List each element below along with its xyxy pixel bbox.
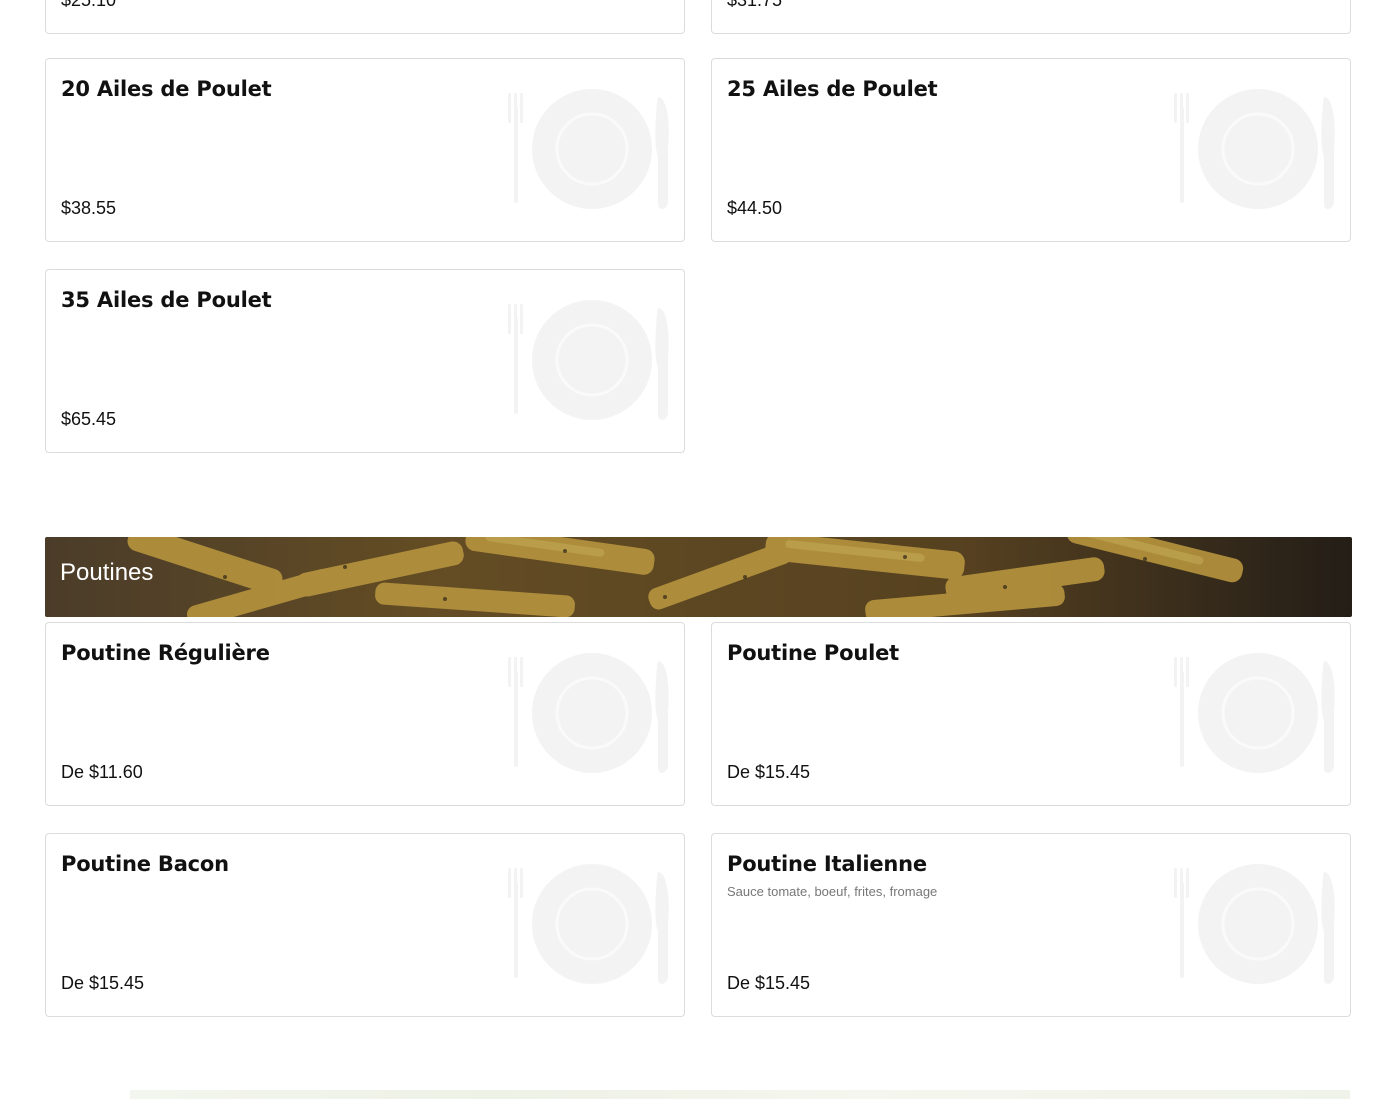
next-category-banner-edge — [130, 1090, 1350, 1099]
plate-fork-knife-icon — [1174, 89, 1335, 209]
plate-fork-knife-icon — [1174, 653, 1335, 773]
menu-item-name: Poutine Poulet — [727, 641, 899, 665]
menu-item-price: $38.55 — [61, 198, 117, 218]
menu-item-name: 25 Ailes de Poulet — [727, 77, 938, 101]
menu-item-price: De $11.60 — [61, 762, 143, 782]
menu-item-price: De $15.45 — [61, 973, 145, 993]
plate-fork-knife-icon — [508, 300, 669, 420]
menu-item-price: $65.45 — [61, 409, 117, 429]
menu-item-name: Poutine Régulière — [61, 641, 270, 665]
menu-item-card[interactable]: Poutine Poulet De $15.45 — [711, 622, 1351, 806]
plate-fork-knife-icon — [508, 864, 669, 984]
menu-item-price: $44.50 — [727, 198, 783, 218]
plate-fork-knife-icon — [508, 89, 669, 209]
category-title: Poutines — [60, 559, 154, 586]
menu-item-name: Poutine Bacon — [61, 852, 229, 876]
menu-item-description: Sauce tomate, boeuf, frites, fromage — [727, 884, 938, 899]
menu-item-price: De $15.45 — [727, 973, 811, 993]
menu-item-name: Poutine Italienne — [727, 852, 927, 876]
menu-item-card[interactable]: $25.10 — [45, 0, 685, 34]
menu-item-name: 35 Ailes de Poulet — [61, 288, 272, 312]
menu-item-card[interactable]: Poutine Italienne Sauce tomate, boeuf, f… — [711, 833, 1351, 1017]
menu-item-name: 20 Ailes de Poulet — [61, 77, 272, 101]
menu-item-card[interactable]: 35 Ailes de Poulet $65.45 — [45, 269, 685, 453]
plate-fork-knife-icon — [1174, 864, 1335, 984]
fries-banner-image — [45, 537, 1352, 617]
plate-fork-knife-icon — [508, 653, 669, 773]
category-banner: Poutines — [45, 537, 1352, 617]
menu-item-price: $25.10 — [61, 0, 117, 10]
menu-item-card[interactable]: $31.75 — [711, 0, 1351, 34]
menu-item-card[interactable]: 20 Ailes de Poulet $38.55 — [45, 58, 685, 242]
menu-item-price: $31.75 — [727, 0, 783, 10]
menu-item-card[interactable]: Poutine Régulière De $11.60 — [45, 622, 685, 806]
menu-item-card[interactable]: Poutine Bacon De $15.45 — [45, 833, 685, 1017]
menu-item-card[interactable]: 25 Ailes de Poulet $44.50 — [711, 58, 1351, 242]
menu-item-price: De $15.45 — [727, 762, 811, 782]
